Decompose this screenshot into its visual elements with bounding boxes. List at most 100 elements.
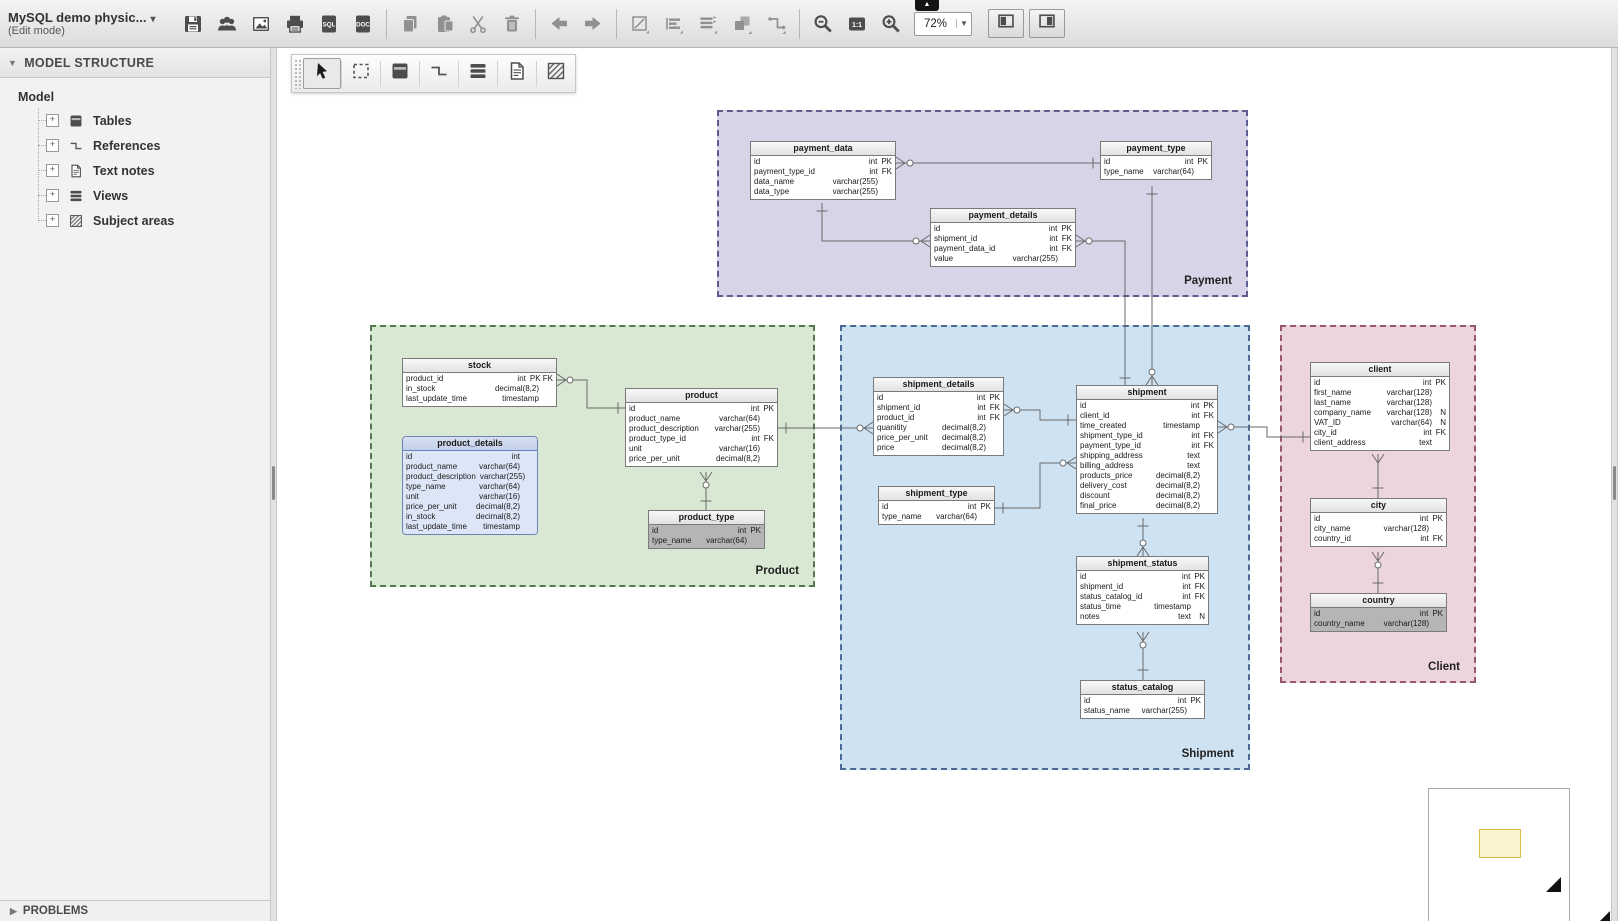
expand-plus-icon[interactable]: + <box>46 214 59 227</box>
table-header[interactable]: payment_data <box>751 142 895 156</box>
column-row: type_namevarchar(64) <box>649 536 764 546</box>
toggle-left-panel-button[interactable] <box>988 9 1024 38</box>
sidebar-item-views[interactable]: +Views <box>30 183 270 208</box>
table-client[interactable]: clientidintPKfirst_namevarchar(128)last_… <box>1310 362 1450 451</box>
diagram-canvas[interactable]: PaymentProductShipmentClientpayment_data… <box>277 48 1610 921</box>
reference-payment_details-payment_data[interactable] <box>817 203 931 247</box>
image-export-button[interactable] <box>244 8 278 40</box>
zoom-level-select[interactable]: 72% ▼ <box>914 12 972 36</box>
table-header[interactable]: product_type <box>649 511 764 525</box>
sidebar-item-subject-areas[interactable]: +Subject areas <box>30 208 270 233</box>
undo-button[interactable] <box>542 8 576 40</box>
table-payment_type[interactable]: payment_typeidintPKtype_namevarchar(64) <box>1100 141 1212 180</box>
expand-plus-icon[interactable]: + <box>46 114 59 127</box>
right-panel-resize-handle[interactable] <box>1611 48 1618 921</box>
table-payment_data[interactable]: payment_dataidintPKpayment_type_idintFKd… <box>750 141 896 200</box>
table-header[interactable]: product <box>626 389 777 403</box>
expand-plus-icon[interactable]: + <box>46 189 59 202</box>
toolbar-grip[interactable] <box>293 58 302 89</box>
column-row: idintPK <box>626 404 777 414</box>
table-stock[interactable]: stockproduct_idintPK FKin_stockdecimal(8… <box>402 358 557 407</box>
table-header[interactable]: country <box>1311 594 1446 608</box>
sidebar-item-tables[interactable]: +Tables <box>30 108 270 133</box>
save-button[interactable] <box>176 8 210 40</box>
reference-client-city[interactable] <box>1372 454 1384 498</box>
reference-payment_details-shipment[interactable] <box>1076 235 1131 385</box>
group-button[interactable] <box>725 8 759 40</box>
problems-panel-header[interactable]: ▶ PROBLEMS <box>0 900 270 921</box>
actual-size-button[interactable]: 1:1 <box>840 8 874 40</box>
reference-city-country[interactable] <box>1372 552 1384 593</box>
table-shipment_details[interactable]: shipment_detailsidintPKshipment_idintFKp… <box>873 377 1004 456</box>
expand-plus-icon[interactable]: + <box>46 164 59 177</box>
delete-button[interactable] <box>495 8 529 40</box>
table-header[interactable]: payment_type <box>1101 142 1211 156</box>
add-table-tool-button[interactable] <box>381 58 419 89</box>
sidebar-resize-handle[interactable] <box>270 48 277 921</box>
table-header[interactable]: product_details <box>403 437 537 451</box>
overview-resize-icon[interactable] <box>1546 877 1561 892</box>
reference-shipment_status-status_catalog[interactable] <box>1137 632 1149 680</box>
view-product_details[interactable]: product_detailsidintproduct_namevarchar(… <box>402 436 538 535</box>
tree-root-model[interactable]: Model <box>18 90 270 104</box>
print-button[interactable] <box>278 8 312 40</box>
reference-product-product_type[interactable] <box>700 472 712 510</box>
select-tool-button[interactable] <box>303 58 341 89</box>
table-header[interactable]: shipment_status <box>1077 557 1208 571</box>
connector-style-button[interactable] <box>759 8 793 40</box>
reference-shipment_details-shipment[interactable] <box>1004 404 1076 426</box>
table-shipment[interactable]: shipmentidintPKclient_idintFKtime_create… <box>1076 385 1218 514</box>
zoom-out-button[interactable] <box>806 8 840 40</box>
table-header[interactable]: city <box>1311 499 1446 513</box>
table-shipment_type[interactable]: shipment_typeidintPKtype_namevarchar(64) <box>878 486 995 525</box>
table-payment_details[interactable]: payment_detailsidintPKshipment_idintFKpa… <box>930 208 1076 267</box>
table-header[interactable]: shipment_type <box>879 487 994 501</box>
overview-viewport[interactable] <box>1479 829 1521 858</box>
auto-layout-button[interactable] <box>691 8 725 40</box>
reference-payment_data-payment_type[interactable] <box>896 157 1100 169</box>
add-text-note-tool-button[interactable] <box>498 58 536 89</box>
table-header[interactable]: client <box>1311 363 1449 377</box>
table-header[interactable]: payment_details <box>931 209 1075 223</box>
reference-shipment-shipment_type[interactable] <box>995 457 1076 514</box>
toolbar-collapse-tab[interactable]: ▲ <box>915 0 939 11</box>
table-header[interactable]: stock <box>403 359 556 373</box>
reference-stock-product[interactable] <box>557 374 625 414</box>
reference-shipment_details-product[interactable] <box>778 422 873 434</box>
overview-panel[interactable] <box>1428 788 1570 921</box>
toggle-right-panel-button[interactable] <box>1029 9 1065 38</box>
share-button[interactable] <box>210 8 244 40</box>
table-shipment_status[interactable]: shipment_statusidintPKshipment_idintFKst… <box>1076 556 1209 625</box>
expand-plus-icon[interactable]: + <box>46 139 59 152</box>
doc-export-button[interactable]: DOC <box>346 8 380 40</box>
cut-button[interactable] <box>461 8 495 40</box>
copy-button[interactable] <box>393 8 427 40</box>
redo-button[interactable] <box>576 8 610 40</box>
table-status_catalog[interactable]: status_catalogidintPKstatus_namevarchar(… <box>1080 680 1205 719</box>
model-title-menu[interactable]: MySQL demo physic...▾ (Edit mode) <box>8 10 176 37</box>
marquee-select-tool-button[interactable] <box>342 58 380 89</box>
table-product[interactable]: productidintPKproduct_namevarchar(64)pro… <box>625 388 778 467</box>
model-structure-header[interactable]: ▼ MODEL STRUCTURE <box>0 48 270 78</box>
table-country[interactable]: countryidintPKcountry_namevarchar(128) <box>1310 593 1447 632</box>
table-header[interactable]: shipment_details <box>874 378 1003 392</box>
resize-grip[interactable] <box>272 466 275 500</box>
table-header[interactable]: shipment <box>1077 386 1217 400</box>
line-style-button[interactable] <box>623 8 657 40</box>
paste-button[interactable] <box>427 8 461 40</box>
align-button[interactable] <box>657 8 691 40</box>
reference-shipment_status-shipment[interactable] <box>1137 518 1149 556</box>
table-product_type[interactable]: product_typeidintPKtype_namevarchar(64) <box>648 510 765 549</box>
sql-export-button[interactable]: SQL <box>312 8 346 40</box>
table-header[interactable]: status_catalog <box>1081 681 1204 695</box>
resize-grip[interactable] <box>1613 466 1616 500</box>
zoom-in-button[interactable] <box>874 8 908 40</box>
sidebar-item-text-notes[interactable]: +Text notes <box>30 158 270 183</box>
add-reference-tool-button[interactable] <box>420 58 458 89</box>
reference-shipment-payment_type[interactable] <box>1146 186 1158 385</box>
table-city[interactable]: cityidintPKcity_namevarchar(128)country_… <box>1310 498 1447 547</box>
sidebar-item-references[interactable]: +References <box>30 133 270 158</box>
add-view-tool-button[interactable] <box>459 58 497 89</box>
reference-shipment-client[interactable] <box>1218 421 1310 443</box>
add-subject-area-tool-button[interactable] <box>537 58 575 89</box>
